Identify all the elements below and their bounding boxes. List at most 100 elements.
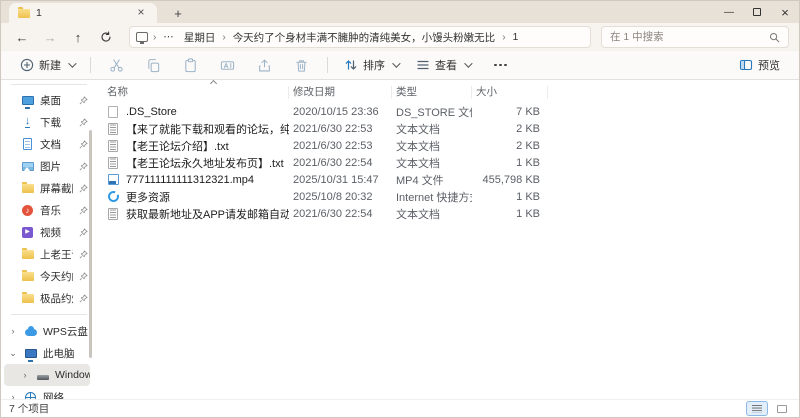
rename-icon (220, 60, 235, 70)
expand-chevron-icon[interactable]: › (8, 326, 18, 336)
sidebar-item-videos[interactable]: ▶ 视频 (4, 221, 90, 243)
collapse-chevron-icon[interactable]: ⌄ (8, 348, 18, 359)
file-name: 【来了就能下载和观看的论坛，纯免费！】.txt (126, 123, 289, 136)
view-button-label: 查看 (435, 60, 457, 72)
breadcrumb-item[interactable]: 星期日 (182, 29, 218, 46)
chevron-down-icon (392, 59, 401, 68)
file-type: 文本文档 (396, 123, 440, 136)
rename-button[interactable] (211, 55, 244, 76)
tab-close-icon[interactable]: × (133, 5, 149, 21)
text-file-icon (107, 156, 119, 169)
expand-chevron-icon[interactable]: › (20, 370, 30, 380)
file-name: 【老王论坛永久地址发布页】.txt (126, 157, 284, 170)
file-explorer-window: 1 × + — × ← → ↑ › ⋯ 星期日 › 今天约了个身材丰满不臃肿的清… (0, 0, 800, 418)
pin-icon (79, 183, 88, 192)
sidebar-item-music[interactable]: ♪ 音乐 (4, 199, 90, 221)
expand-chevron-icon[interactable]: › (8, 392, 18, 399)
sort-button[interactable]: 排序 (337, 54, 405, 76)
file-row[interactable]: .DS_Store 2020/10/15 23:36 DS_STORE 文件 7… (103, 103, 799, 120)
file-size: 7 KB (516, 105, 540, 118)
maximize-button[interactable] (743, 1, 771, 23)
paste-icon (185, 57, 196, 72)
pin-icon (79, 293, 88, 302)
forward-button[interactable]: → (37, 26, 63, 48)
file-size: 1 KB (516, 156, 540, 169)
new-button-label: 新建 (39, 60, 61, 72)
new-tab-button[interactable]: + (167, 3, 189, 23)
column-header-size[interactable]: 大小 (472, 84, 548, 99)
file-row[interactable]: 更多资源 2025/10/8 20:32 Internet 快捷方式 1 KB (103, 188, 799, 205)
large-icons-view-button[interactable] (771, 401, 793, 416)
new-plus-icon (20, 58, 34, 72)
chevron-down-icon (68, 59, 77, 68)
copy-button[interactable] (137, 55, 170, 76)
search-box[interactable] (601, 26, 789, 48)
breadcrumb-item[interactable]: 今天约了个身材丰满不臃肿的清纯美女，小馒头粉嫩无比 (231, 29, 498, 46)
drive-icon (36, 369, 49, 382)
maximize-icon (753, 8, 761, 16)
file-row[interactable]: 【来了就能下载和观看的论坛，纯免费！】.txt 2021/6/30 22:53 … (103, 120, 799, 137)
pin-icon (79, 227, 88, 236)
file-name: 更多资源 (126, 191, 170, 204)
new-button[interactable]: 新建 (13, 54, 81, 76)
refresh-button[interactable] (93, 26, 119, 48)
sidebar-item-desktop[interactable]: 桌面 (4, 89, 90, 111)
breadcrumb-ellipsis[interactable]: ⋯ (161, 30, 177, 44)
sidebar-item-pinned-folder[interactable]: 上老王论坛当 (4, 243, 90, 265)
refresh-icon (101, 31, 111, 42)
sidebar-item-network[interactable]: › 网络 (4, 386, 90, 399)
sidebar-item-windows-ssd[interactable]: › Windows-SSD (4, 364, 90, 386)
file-name: 777111111111312321.mp4 (126, 173, 255, 186)
file-row[interactable]: 【老王论坛介绍】.txt 2021/6/30 22:53 文本文档 2 KB (103, 137, 799, 154)
sidebar-item-label: 音乐 (40, 204, 61, 217)
file-date: 2021/6/30 22:53 (293, 122, 373, 135)
search-input[interactable] (610, 31, 763, 43)
details-view-button[interactable] (746, 401, 768, 416)
toolbar-divider (327, 57, 328, 73)
file-name: .DS_Store (126, 105, 177, 118)
delete-button[interactable] (285, 55, 318, 76)
sidebar-divider (11, 84, 87, 85)
column-header-date[interactable]: 修改日期 (289, 84, 392, 99)
sidebar-item-pinned-folder[interactable]: 今天约的这个 (4, 265, 90, 287)
chevron-down-icon (464, 59, 473, 68)
share-button[interactable] (248, 55, 281, 76)
sidebar-item-pinned-folder[interactable]: 极品约炮❤ (4, 287, 90, 309)
sidebar-item-wps-cloud[interactable]: › WPS云盘 (4, 320, 90, 342)
sidebar-item-this-pc[interactable]: ⌄ 此电脑 (4, 342, 90, 364)
sidebar-scrollbar[interactable] (89, 130, 92, 358)
see-more-button[interactable] (481, 61, 520, 70)
text-file-icon (107, 139, 119, 152)
back-button[interactable]: ← (9, 26, 35, 48)
cut-button[interactable] (100, 55, 133, 76)
view-button[interactable]: 查看 (409, 54, 477, 76)
navigation-bar: ← → ↑ › ⋯ 星期日 › 今天约了个身材丰满不臃肿的清纯美女，小馒头粉嫩无… (1, 23, 799, 51)
videos-icon: ▶ (21, 226, 34, 239)
sidebar-item-documents[interactable]: 文档 (4, 133, 90, 155)
copy-icon (148, 58, 160, 72)
close-button[interactable]: × (771, 1, 799, 23)
column-header-name[interactable]: 名称 (103, 80, 289, 99)
more-icon (490, 63, 511, 67)
preview-toggle-button[interactable]: 预览 (732, 54, 787, 76)
file-row[interactable]: 【老王论坛永久地址发布页】.txt 2021/6/30 22:54 文本文档 1… (103, 154, 799, 171)
pin-icon (79, 271, 88, 280)
up-button[interactable]: ↑ (65, 26, 91, 48)
folder-icon (21, 269, 34, 283)
breadcrumb-item[interactable]: 1 (511, 30, 521, 44)
address-bar[interactable]: › ⋯ 星期日 › 今天约了个身材丰满不臃肿的清纯美女，小馒头粉嫩无比 › 1 (129, 26, 591, 48)
explorer-tab[interactable]: 1 × (9, 3, 157, 23)
column-header-type[interactable]: 类型 (392, 84, 472, 99)
item-count: 7 个项目 (9, 403, 50, 415)
sidebar-item-label: 图片 (40, 160, 61, 173)
file-row[interactable]: 777111111111312321.mp4 2025/10/31 15:47 … (103, 171, 799, 188)
sidebar-item-pictures[interactable]: 图片 (4, 155, 90, 177)
pin-icon (79, 139, 88, 148)
sidebar-item-downloads[interactable]: ↓ 下载 (4, 111, 90, 133)
paste-button[interactable] (174, 55, 207, 76)
trash-icon (296, 59, 307, 72)
minimize-button[interactable]: — (715, 1, 743, 23)
pin-icon (79, 117, 88, 126)
file-row[interactable]: 获取最新地址及APP请发邮箱自动获取.txt 2021/6/30 22:54 文… (103, 205, 799, 222)
sidebar-item-screenshots[interactable]: 屏幕截图 (4, 177, 90, 199)
